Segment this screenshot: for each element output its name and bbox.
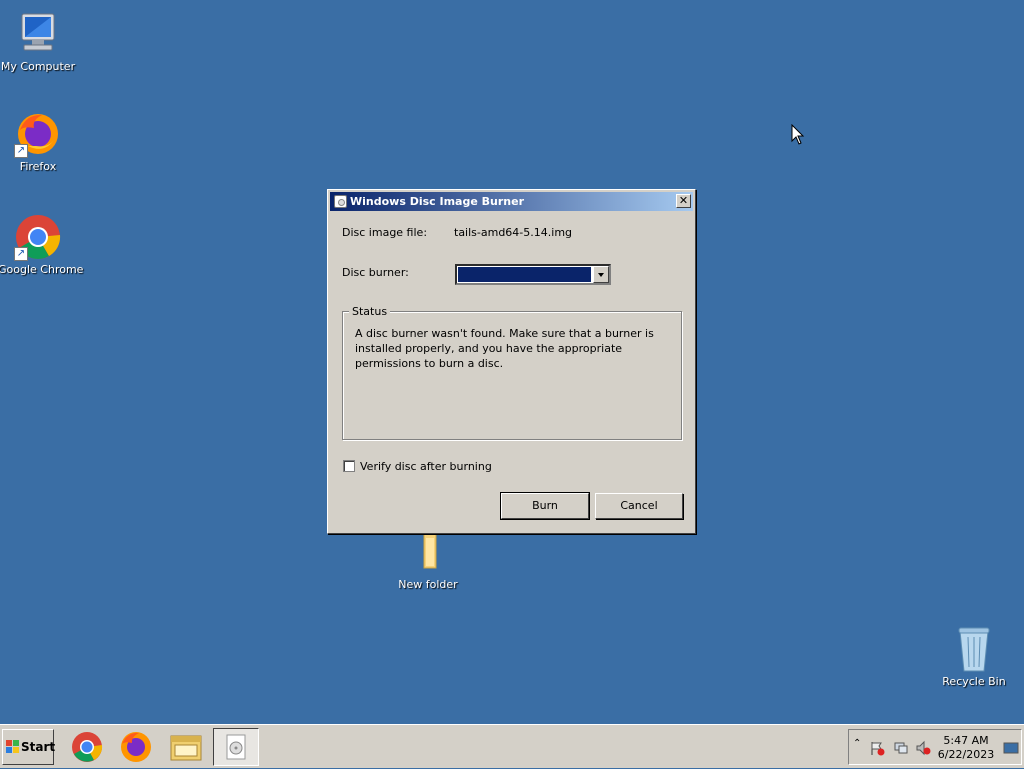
computer-icon <box>14 10 62 58</box>
desktop-icon-label: My Computer <box>0 60 76 73</box>
verify-disc-checkbox[interactable] <box>343 460 355 472</box>
show-desktop-icon[interactable] <box>1003 740 1019 756</box>
disc-icon <box>334 195 347 208</box>
recycle-bin-icon <box>950 625 998 673</box>
clock-time: 5:47 AM <box>943 734 989 747</box>
disc-image-file-label: Disc image file: <box>342 226 428 239</box>
desktop-icon-label: New folder <box>398 578 458 591</box>
burn-button[interactable]: Burn <box>500 492 590 520</box>
chrome-icon: ↗ <box>14 213 62 261</box>
disc-burner-dropdown[interactable] <box>455 264 611 285</box>
disc-image-file-value: tails-amd64-5.14.img <box>454 226 573 239</box>
taskbar-chrome-button[interactable] <box>64 728 110 766</box>
status-message: A disc burner wasn't found. Make sure th… <box>355 327 654 370</box>
show-hidden-icons-icon[interactable]: ⌃ <box>853 738 869 754</box>
clock-date: 6/22/2023 <box>937 748 995 761</box>
shortcut-arrow-icon: ↗ <box>14 144 28 158</box>
close-button[interactable]: ✕ <box>676 194 691 208</box>
windows-logo-icon <box>6 740 19 753</box>
folder-icon <box>404 528 452 576</box>
start-label: Start <box>21 740 56 754</box>
desktop-icon-label: Google Chrome <box>0 263 84 276</box>
desktop-icon-my-computer[interactable]: My Computer <box>0 10 78 73</box>
mouse-cursor-icon <box>791 124 805 145</box>
firefox-icon: ↗ <box>14 110 62 158</box>
taskbar-firefox-button[interactable] <box>113 728 159 766</box>
disc-burner-icon <box>226 734 246 760</box>
disc-burner-label: Disc burner: <box>342 266 409 279</box>
taskbar-disc-burner-button[interactable] <box>213 728 259 766</box>
taskbar: Start ⌃ 5:47 AM 6/22/2023 <box>0 724 1024 768</box>
status-groupbox: Status A disc burner wasn't found. Make … <box>342 305 682 440</box>
verify-disc-label[interactable]: Verify disc after burning <box>360 460 492 473</box>
desktop-icon-new-folder[interactable]: New folder <box>388 528 468 591</box>
dialog-titlebar[interactable]: Windows Disc Image Burner ✕ <box>330 192 693 211</box>
disc-image-burner-dialog: Windows Disc Image Burner ✕ Disc image f… <box>327 189 696 534</box>
chrome-icon <box>72 732 103 762</box>
tray-clock[interactable]: 5:47 AM 6/22/2023 <box>931 734 1001 762</box>
chevron-down-icon[interactable] <box>593 266 609 283</box>
start-button[interactable]: Start <box>2 729 56 765</box>
system-tray: ⌃ 5:47 AM 6/22/2023 <box>848 729 1022 765</box>
action-center-flag-icon[interactable] <box>869 740 885 756</box>
disc-burner-selected-value <box>458 267 591 282</box>
desktop-icon-firefox[interactable]: ↗ Firefox <box>0 110 78 173</box>
network-icon[interactable] <box>893 740 909 756</box>
desktop-icon-recycle-bin[interactable]: Recycle Bin <box>934 625 1014 688</box>
desktop-icon-google-chrome[interactable]: ↗ Google Chrome <box>0 213 84 276</box>
cancel-button[interactable]: Cancel <box>595 493 683 519</box>
dialog-title: Windows Disc Image Burner <box>350 195 525 208</box>
shortcut-arrow-icon: ↗ <box>14 247 28 261</box>
desktop-icon-label: Recycle Bin <box>942 675 1006 688</box>
firefox-icon <box>121 732 151 762</box>
volume-muted-icon[interactable] <box>915 740 931 756</box>
taskbar-file-explorer-button[interactable] <box>163 728 209 766</box>
status-label: Status <box>349 305 391 318</box>
file-explorer-icon <box>170 735 202 761</box>
desktop-icon-label: Firefox <box>19 160 57 173</box>
